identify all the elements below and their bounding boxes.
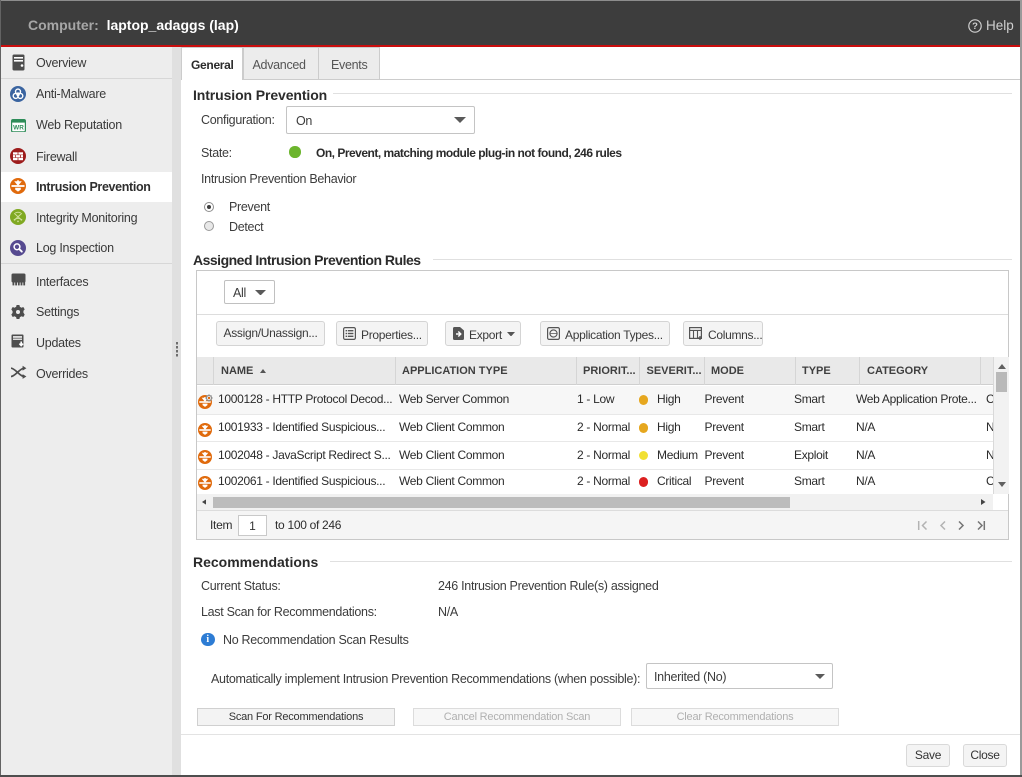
svg-text:WR: WR — [13, 124, 24, 131]
svg-text:?: ? — [972, 21, 978, 32]
